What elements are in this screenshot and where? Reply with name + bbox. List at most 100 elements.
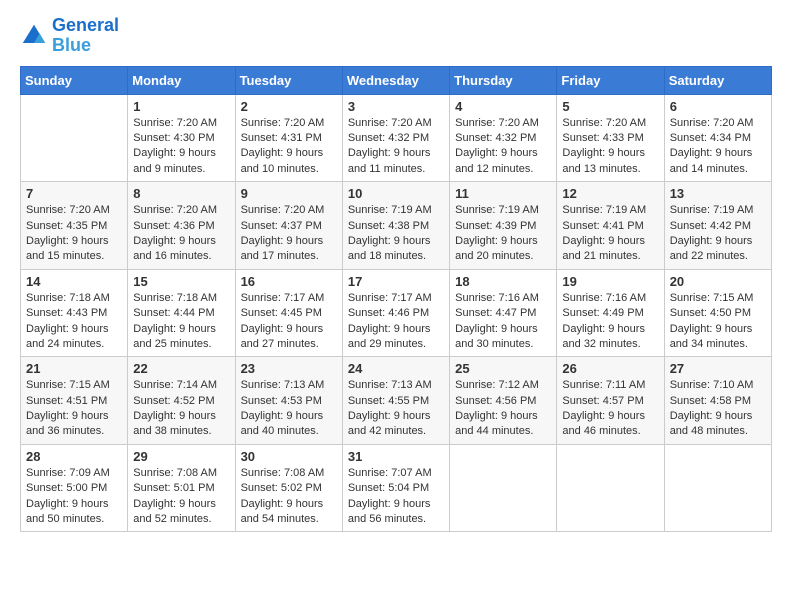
day-number: 26 [562, 361, 658, 376]
sunset-text: Sunset: 4:36 PM [133, 219, 229, 234]
daylight-text: Daylight: 9 hours and 25 minutes. [133, 322, 229, 353]
calendar-cell: 26 Sunrise: 7:11 AM Sunset: 4:57 PM Dayl… [557, 357, 664, 445]
sunset-text: Sunset: 4:39 PM [455, 219, 551, 234]
day-info: Sunrise: 7:19 AM Sunset: 4:41 PM Dayligh… [562, 203, 658, 265]
sunrise-text: Sunrise: 7:14 AM [133, 378, 229, 393]
sunset-text: Sunset: 4:53 PM [241, 394, 337, 409]
day-number: 19 [562, 274, 658, 289]
sunrise-text: Sunrise: 7:20 AM [241, 116, 337, 131]
calendar-cell: 1 Sunrise: 7:20 AM Sunset: 4:30 PM Dayli… [128, 94, 235, 182]
sunset-text: Sunset: 4:49 PM [562, 306, 658, 321]
day-info: Sunrise: 7:10 AM Sunset: 4:58 PM Dayligh… [670, 378, 766, 440]
day-number: 17 [348, 274, 444, 289]
day-number: 22 [133, 361, 229, 376]
day-info: Sunrise: 7:08 AM Sunset: 5:01 PM Dayligh… [133, 466, 229, 528]
day-info: Sunrise: 7:15 AM Sunset: 4:51 PM Dayligh… [26, 378, 122, 440]
sunrise-text: Sunrise: 7:19 AM [670, 203, 766, 218]
day-info: Sunrise: 7:16 AM Sunset: 4:47 PM Dayligh… [455, 291, 551, 353]
logo-text: General Blue [52, 16, 119, 56]
daylight-text: Daylight: 9 hours and 24 minutes. [26, 322, 122, 353]
sunrise-text: Sunrise: 7:20 AM [241, 203, 337, 218]
sunset-text: Sunset: 4:51 PM [26, 394, 122, 409]
daylight-text: Daylight: 9 hours and 20 minutes. [455, 234, 551, 265]
day-info: Sunrise: 7:17 AM Sunset: 4:45 PM Dayligh… [241, 291, 337, 353]
day-number: 7 [26, 186, 122, 201]
daylight-text: Daylight: 9 hours and 22 minutes. [670, 234, 766, 265]
daylight-text: Daylight: 9 hours and 13 minutes. [562, 146, 658, 177]
sunset-text: Sunset: 4:32 PM [348, 131, 444, 146]
calendar-cell: 17 Sunrise: 7:17 AM Sunset: 4:46 PM Dayl… [342, 269, 449, 357]
calendar-cell: 6 Sunrise: 7:20 AM Sunset: 4:34 PM Dayli… [664, 94, 771, 182]
sunset-text: Sunset: 4:43 PM [26, 306, 122, 321]
calendar-cell: 8 Sunrise: 7:20 AM Sunset: 4:36 PM Dayli… [128, 182, 235, 270]
daylight-text: Daylight: 9 hours and 27 minutes. [241, 322, 337, 353]
daylight-text: Daylight: 9 hours and 18 minutes. [348, 234, 444, 265]
sunset-text: Sunset: 5:04 PM [348, 481, 444, 496]
daylight-text: Daylight: 9 hours and 46 minutes. [562, 409, 658, 440]
day-info: Sunrise: 7:20 AM Sunset: 4:36 PM Dayligh… [133, 203, 229, 265]
calendar-cell: 29 Sunrise: 7:08 AM Sunset: 5:01 PM Dayl… [128, 444, 235, 532]
calendar-cell: 16 Sunrise: 7:17 AM Sunset: 4:45 PM Dayl… [235, 269, 342, 357]
day-info: Sunrise: 7:13 AM Sunset: 4:53 PM Dayligh… [241, 378, 337, 440]
day-number: 5 [562, 99, 658, 114]
sunset-text: Sunset: 4:37 PM [241, 219, 337, 234]
weekday-header-thursday: Thursday [450, 66, 557, 94]
sunrise-text: Sunrise: 7:19 AM [562, 203, 658, 218]
day-info: Sunrise: 7:19 AM Sunset: 4:42 PM Dayligh… [670, 203, 766, 265]
day-info: Sunrise: 7:17 AM Sunset: 4:46 PM Dayligh… [348, 291, 444, 353]
sunset-text: Sunset: 5:01 PM [133, 481, 229, 496]
daylight-text: Daylight: 9 hours and 38 minutes. [133, 409, 229, 440]
calendar-cell [450, 444, 557, 532]
sunrise-text: Sunrise: 7:20 AM [455, 116, 551, 131]
day-info: Sunrise: 7:12 AM Sunset: 4:56 PM Dayligh… [455, 378, 551, 440]
daylight-text: Daylight: 9 hours and 42 minutes. [348, 409, 444, 440]
weekday-header-sunday: Sunday [21, 66, 128, 94]
page-header: General Blue [20, 16, 772, 56]
day-info: Sunrise: 7:20 AM Sunset: 4:37 PM Dayligh… [241, 203, 337, 265]
sunset-text: Sunset: 4:44 PM [133, 306, 229, 321]
daylight-text: Daylight: 9 hours and 29 minutes. [348, 322, 444, 353]
day-info: Sunrise: 7:20 AM Sunset: 4:30 PM Dayligh… [133, 116, 229, 178]
day-number: 20 [670, 274, 766, 289]
sunrise-text: Sunrise: 7:20 AM [26, 203, 122, 218]
sunrise-text: Sunrise: 7:08 AM [133, 466, 229, 481]
calendar-cell: 20 Sunrise: 7:15 AM Sunset: 4:50 PM Dayl… [664, 269, 771, 357]
day-info: Sunrise: 7:19 AM Sunset: 4:38 PM Dayligh… [348, 203, 444, 265]
daylight-text: Daylight: 9 hours and 9 minutes. [133, 146, 229, 177]
day-info: Sunrise: 7:09 AM Sunset: 5:00 PM Dayligh… [26, 466, 122, 528]
day-number: 13 [670, 186, 766, 201]
sunrise-text: Sunrise: 7:16 AM [562, 291, 658, 306]
sunrise-text: Sunrise: 7:19 AM [348, 203, 444, 218]
day-number: 4 [455, 99, 551, 114]
day-info: Sunrise: 7:07 AM Sunset: 5:04 PM Dayligh… [348, 466, 444, 528]
sunrise-text: Sunrise: 7:17 AM [348, 291, 444, 306]
calendar-week-5: 28 Sunrise: 7:09 AM Sunset: 5:00 PM Dayl… [21, 444, 772, 532]
calendar-cell: 23 Sunrise: 7:13 AM Sunset: 4:53 PM Dayl… [235, 357, 342, 445]
sunrise-text: Sunrise: 7:17 AM [241, 291, 337, 306]
daylight-text: Daylight: 9 hours and 36 minutes. [26, 409, 122, 440]
calendar-week-2: 7 Sunrise: 7:20 AM Sunset: 4:35 PM Dayli… [21, 182, 772, 270]
sunrise-text: Sunrise: 7:07 AM [348, 466, 444, 481]
sunrise-text: Sunrise: 7:18 AM [133, 291, 229, 306]
day-info: Sunrise: 7:11 AM Sunset: 4:57 PM Dayligh… [562, 378, 658, 440]
sunset-text: Sunset: 4:30 PM [133, 131, 229, 146]
sunset-text: Sunset: 4:45 PM [241, 306, 337, 321]
sunset-text: Sunset: 4:31 PM [241, 131, 337, 146]
calendar-cell: 2 Sunrise: 7:20 AM Sunset: 4:31 PM Dayli… [235, 94, 342, 182]
day-info: Sunrise: 7:18 AM Sunset: 4:44 PM Dayligh… [133, 291, 229, 353]
sunset-text: Sunset: 5:02 PM [241, 481, 337, 496]
sunset-text: Sunset: 4:32 PM [455, 131, 551, 146]
calendar-cell: 4 Sunrise: 7:20 AM Sunset: 4:32 PM Dayli… [450, 94, 557, 182]
sunrise-text: Sunrise: 7:08 AM [241, 466, 337, 481]
calendar-cell: 27 Sunrise: 7:10 AM Sunset: 4:58 PM Dayl… [664, 357, 771, 445]
sunset-text: Sunset: 4:35 PM [26, 219, 122, 234]
day-info: Sunrise: 7:08 AM Sunset: 5:02 PM Dayligh… [241, 466, 337, 528]
day-info: Sunrise: 7:20 AM Sunset: 4:34 PM Dayligh… [670, 116, 766, 178]
calendar-week-1: 1 Sunrise: 7:20 AM Sunset: 4:30 PM Dayli… [21, 94, 772, 182]
day-number: 6 [670, 99, 766, 114]
day-number: 27 [670, 361, 766, 376]
day-number: 15 [133, 274, 229, 289]
daylight-text: Daylight: 9 hours and 50 minutes. [26, 497, 122, 528]
sunrise-text: Sunrise: 7:13 AM [348, 378, 444, 393]
day-number: 31 [348, 449, 444, 464]
